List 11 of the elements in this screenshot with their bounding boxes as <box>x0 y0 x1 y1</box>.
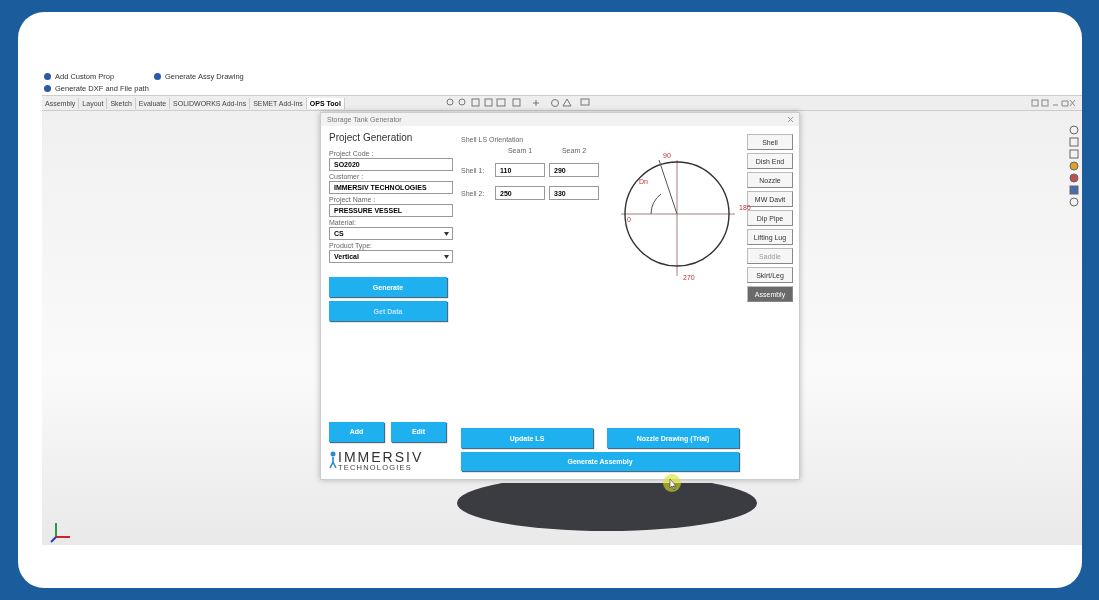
circle-icon <box>154 73 161 80</box>
close-icon[interactable] <box>788 117 793 122</box>
circle-icon <box>44 85 51 92</box>
circle-icon <box>44 73 51 80</box>
logo-person-icon <box>329 451 337 470</box>
logo-text: IMMERSIV <box>338 449 424 464</box>
section-heading: Project Generation <box>329 132 414 143</box>
dropdown-arrow-icon[interactable] <box>444 232 449 236</box>
axis-triad-icon <box>50 521 72 543</box>
task-pane-icons[interactable] <box>1069 125 1079 207</box>
dropdown-arrow-icon[interactable] <box>444 255 449 259</box>
